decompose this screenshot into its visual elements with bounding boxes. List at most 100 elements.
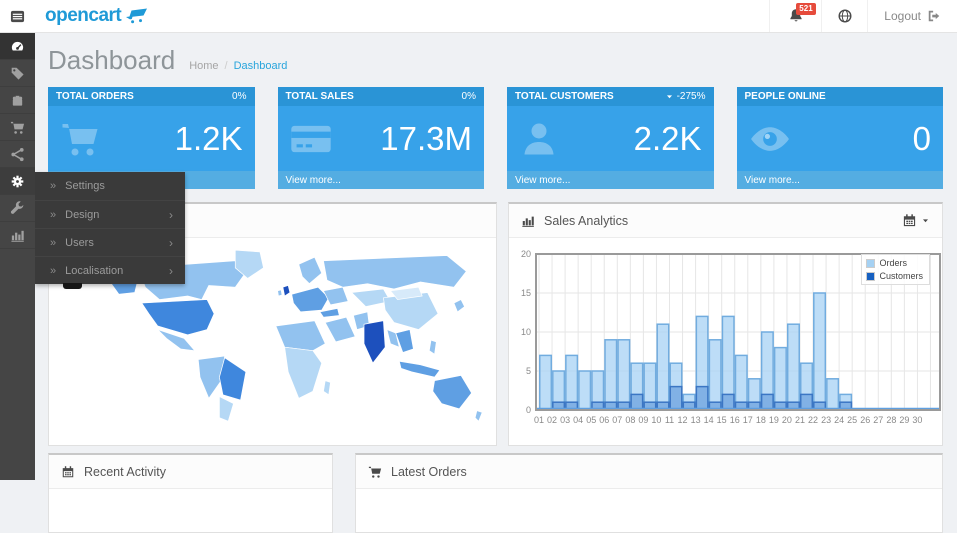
- sidebar-item-extensions[interactable]: [0, 87, 35, 114]
- tile-label: TOTAL CUSTOMERS: [515, 91, 614, 102]
- breadcrumb-separator: /: [225, 60, 228, 72]
- double-angle-icon: »: [50, 237, 56, 249]
- legend-swatch-customers: [866, 272, 875, 281]
- sales-analytics-panel: Sales Analytics 051015200102030405060708…: [508, 202, 943, 446]
- sidebar-item-marketing[interactable]: [0, 141, 35, 168]
- legend-label-customers: Customers: [879, 271, 923, 281]
- svg-text:01: 01: [534, 415, 544, 425]
- logo-text: opencart: [45, 5, 121, 27]
- svg-text:14: 14: [704, 415, 714, 425]
- chevron-right-icon: ›: [169, 236, 173, 250]
- sidebar-item-sales[interactable]: [0, 114, 35, 141]
- system-flyout-menu: » Settings » Design › » Users › » Locali…: [35, 172, 185, 284]
- tile-percent: -275%: [677, 91, 706, 102]
- page-title: Dashboard: [48, 45, 175, 76]
- calendar-icon: [61, 465, 75, 479]
- svg-text:12: 12: [678, 415, 688, 425]
- tile-value: 2.2K: [634, 120, 702, 158]
- tag-icon: [10, 66, 25, 81]
- chevron-right-icon: ›: [169, 264, 173, 278]
- logout-label: Logout: [884, 9, 921, 23]
- speedometer-icon: [10, 39, 25, 54]
- sidebar-item-system[interactable]: [0, 168, 35, 195]
- topbar-right: 521 Logout: [769, 0, 957, 32]
- tile-label: PEOPLE ONLINE: [745, 91, 826, 102]
- tile-people-online: PEOPLE ONLINE 0 View more...: [737, 87, 944, 189]
- menu-icon: [9, 9, 26, 24]
- page-header: Dashboard Home / Dashboard: [48, 39, 943, 87]
- view-more-link[interactable]: View more...: [737, 171, 944, 189]
- latest-orders-title: Latest Orders: [391, 465, 467, 479]
- tile-value: 0: [913, 120, 931, 158]
- svg-text:20: 20: [521, 249, 531, 259]
- svg-text:09: 09: [638, 415, 648, 425]
- tile-percent: 0%: [232, 91, 246, 102]
- shopping-cart-icon: [10, 120, 25, 135]
- gear-icon: [10, 174, 25, 189]
- chart-panel-title: Sales Analytics: [544, 214, 628, 228]
- logout-button[interactable]: Logout: [867, 0, 957, 32]
- svg-text:13: 13: [691, 415, 701, 425]
- tile-total-customers: TOTAL CUSTOMERS -275% 2.2K View more...: [507, 87, 714, 189]
- svg-text:10: 10: [521, 327, 531, 337]
- sidebar-item-dashboard[interactable]: [0, 33, 35, 60]
- svg-text:22: 22: [808, 415, 818, 425]
- date-range-button[interactable]: [902, 213, 930, 228]
- breadcrumb-current[interactable]: Dashboard: [234, 60, 288, 72]
- view-more-link[interactable]: View more...: [278, 171, 485, 189]
- svg-text:5: 5: [526, 366, 531, 376]
- svg-text:29: 29: [899, 415, 909, 425]
- svg-text:0: 0: [526, 405, 531, 415]
- puzzle-icon: [10, 93, 25, 108]
- bar-chart-icon: [521, 214, 535, 228]
- svg-text:28: 28: [886, 415, 896, 425]
- svg-text:10: 10: [651, 415, 661, 425]
- recent-activity-title: Recent Activity: [84, 465, 166, 479]
- flyout-item-users[interactable]: » Users ›: [35, 228, 185, 256]
- globe-icon: [837, 8, 853, 24]
- flyout-item-settings[interactable]: » Settings: [35, 172, 185, 200]
- menu-toggle-button[interactable]: [0, 0, 35, 32]
- flyout-item-label: Users: [65, 237, 94, 249]
- sidebar-item-reports[interactable]: [0, 222, 35, 249]
- svg-text:03: 03: [560, 415, 570, 425]
- sidebar: [0, 33, 35, 480]
- svg-text:19: 19: [769, 415, 779, 425]
- svg-text:08: 08: [625, 415, 635, 425]
- view-more-link[interactable]: View more...: [507, 171, 714, 189]
- map-tooltip: [63, 283, 82, 289]
- sidebar-item-tools[interactable]: [0, 195, 35, 222]
- sign-out-icon: [927, 9, 941, 23]
- tile-value: 1.2K: [175, 120, 243, 158]
- tile-label: TOTAL SALES: [286, 91, 354, 102]
- shopping-cart-icon: [60, 119, 100, 159]
- opencart-logo[interactable]: opencart: [35, 0, 159, 32]
- flyout-item-design[interactable]: » Design ›: [35, 200, 185, 228]
- notifications-button[interactable]: 521: [769, 0, 821, 32]
- svg-text:23: 23: [821, 415, 831, 425]
- svg-text:04: 04: [573, 415, 583, 425]
- svg-text:17: 17: [743, 415, 753, 425]
- sidebar-item-catalog[interactable]: [0, 60, 35, 87]
- flyout-item-localisation[interactable]: » Localisation ›: [35, 256, 185, 284]
- double-angle-icon: »: [50, 265, 56, 277]
- svg-text:15: 15: [717, 415, 727, 425]
- svg-text:27: 27: [873, 415, 883, 425]
- user-icon: [519, 119, 559, 159]
- svg-text:26: 26: [860, 415, 870, 425]
- logo-cart-icon: [125, 7, 149, 25]
- breadcrumb-home[interactable]: Home: [189, 60, 218, 72]
- eye-icon: [749, 118, 791, 160]
- flyout-item-label: Design: [65, 209, 99, 221]
- share-icon: [10, 147, 25, 162]
- notifications-badge: 521: [796, 3, 815, 15]
- language-button[interactable]: [821, 0, 867, 32]
- wrench-icon: [10, 201, 25, 216]
- shopping-cart-icon: [368, 465, 382, 479]
- chevron-right-icon: ›: [169, 208, 173, 222]
- flyout-item-label: Localisation: [65, 265, 123, 277]
- svg-text:06: 06: [599, 415, 609, 425]
- svg-text:18: 18: [756, 415, 766, 425]
- svg-text:20: 20: [782, 415, 792, 425]
- caret-down-icon: [665, 92, 674, 101]
